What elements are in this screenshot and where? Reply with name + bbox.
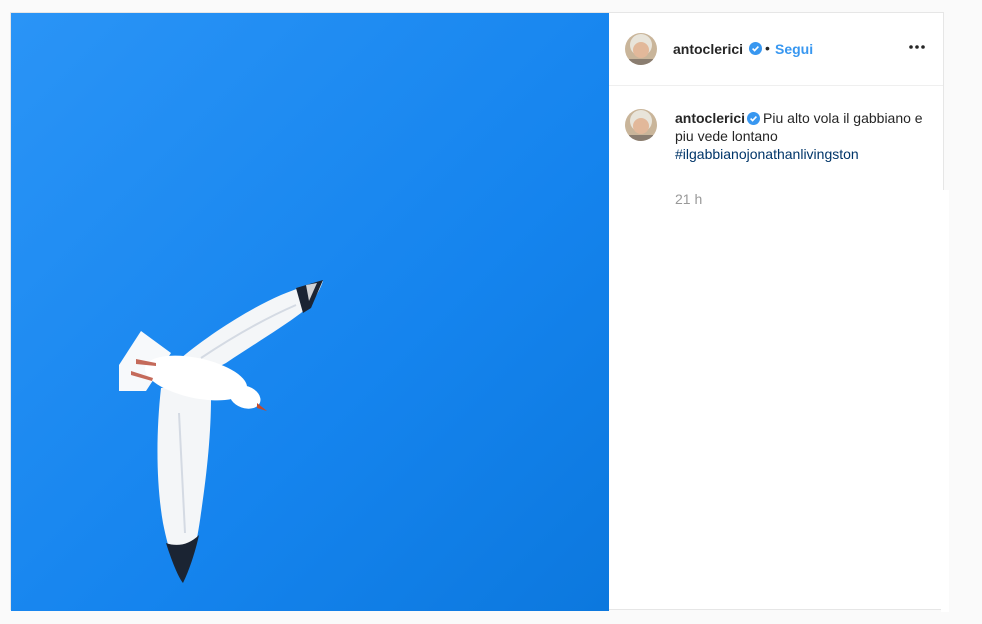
author-avatar[interactable] [625,33,657,65]
caption-hashtag-link[interactable]: #ilgabbianojonathanlivingston [675,145,931,163]
avatar-image [625,109,657,141]
more-options-icon[interactable] [907,37,927,57]
post-sidebar: antoclerici • Segui antoclerici Piu alto… [609,13,943,609]
follow-button[interactable]: Segui [775,41,813,57]
post-photo[interactable] [11,13,609,611]
post-header: antoclerici • Segui [609,13,943,86]
page: antoclerici • Segui antoclerici Piu alto… [0,0,982,624]
verified-badge-icon [747,111,761,125]
post-timestamp[interactable]: 21 h [675,191,702,207]
author-username[interactable]: antoclerici [673,41,743,57]
sidebar-edge [941,190,949,612]
seagull-photo-image [11,13,609,611]
caption-avatar[interactable] [625,109,657,141]
follow-separator: • [765,40,770,56]
post-card: antoclerici • Segui antoclerici Piu alto… [10,12,944,611]
caption-username[interactable]: antoclerici [675,110,745,126]
avatar-image [625,33,657,65]
caption-text-block: antoclerici Piu alto vola il gabbiano e p… [675,109,931,163]
verified-badge-icon [749,42,762,55]
